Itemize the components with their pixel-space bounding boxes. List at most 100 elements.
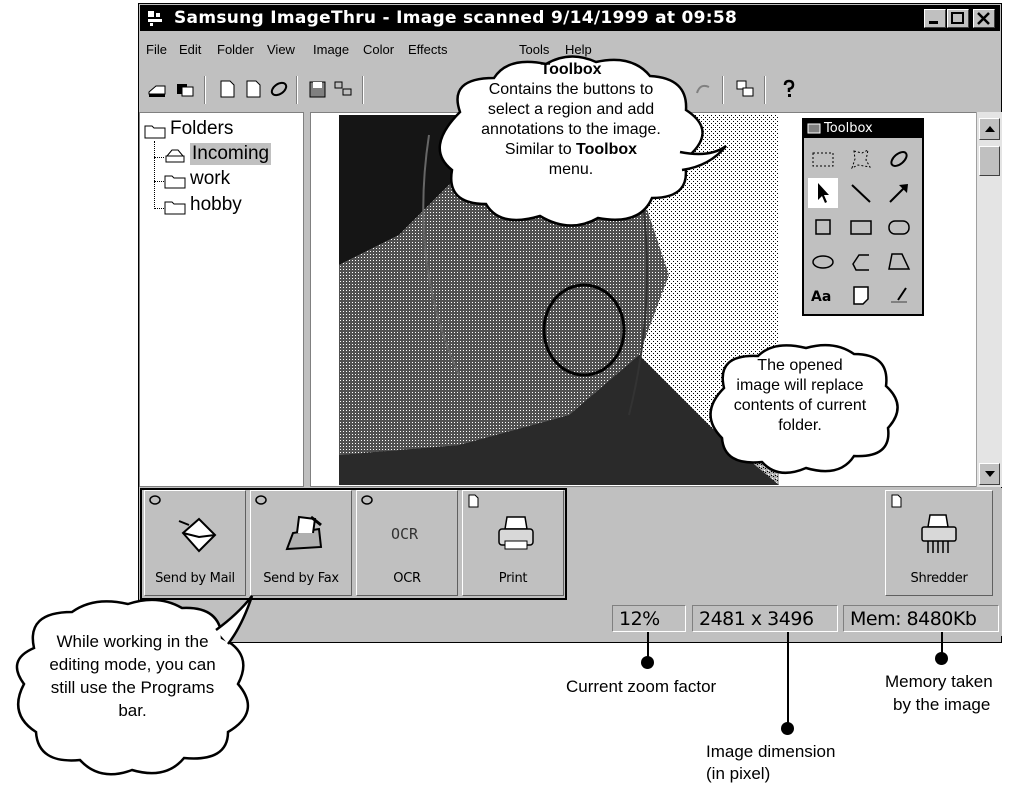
dimension-leader-line xyxy=(787,632,789,728)
callout-line: The opened xyxy=(757,357,843,374)
lasso-select-icon[interactable] xyxy=(846,144,876,174)
callout-text-span: Similar to xyxy=(504,141,577,158)
properties-icon[interactable] xyxy=(734,78,756,100)
menu-folder[interactable]: Folder xyxy=(217,42,254,57)
program-shredder[interactable]: Shredder xyxy=(885,490,993,596)
tree-line xyxy=(154,208,164,209)
callout-line: still use the Programs xyxy=(50,678,215,697)
scroll-up-button[interactable] xyxy=(979,118,1000,140)
folder-root[interactable]: Folders xyxy=(170,118,233,140)
menu-image[interactable]: Image xyxy=(313,42,349,57)
toolbar-separator xyxy=(296,76,298,104)
polygon-icon[interactable] xyxy=(884,246,914,276)
small-page-icon xyxy=(891,494,902,508)
rectangle-icon[interactable] xyxy=(846,212,876,242)
minimize-icon xyxy=(929,21,938,24)
dimension-annotation-line2: (in pixel) xyxy=(706,764,771,783)
toolbox-title: Toolbox xyxy=(824,121,873,136)
menu-view[interactable]: View xyxy=(267,42,295,57)
pointer-icon[interactable] xyxy=(808,178,838,208)
callout-line: folder. xyxy=(778,417,822,434)
close-icon xyxy=(977,12,990,25)
zoom-annotation: Current zoom factor xyxy=(566,677,717,696)
note-icon[interactable] xyxy=(846,280,876,310)
title-bar: Samsung ImageThru - Image scanned 9/14/1… xyxy=(140,5,1000,31)
callout-line: menu. xyxy=(548,161,594,178)
toolbox-title-bar[interactable]: Toolbox xyxy=(804,120,922,138)
arrow-up-icon xyxy=(985,126,995,132)
copy-folder-icon[interactable] xyxy=(174,78,196,100)
folder-callout-text: The opened image will replace contents o… xyxy=(702,356,898,436)
maximize-icon xyxy=(951,12,964,24)
maximize-button[interactable] xyxy=(947,9,969,28)
status-dimension: 2481 x 3496 xyxy=(692,605,838,632)
toolbox-callout-text: Toolbox Contains the buttons to select a… xyxy=(446,60,696,180)
zoom-leader-dot xyxy=(641,656,654,669)
programs-callout-text: While working in the editing mode, you c… xyxy=(20,630,245,722)
window-title: Samsung ImageThru - Image scanned 9/14/1… xyxy=(174,8,738,28)
memory-annotation-line1: Memory taken xyxy=(885,672,993,691)
toolbar-separator xyxy=(204,76,206,104)
new-page-icon[interactable] xyxy=(216,78,238,100)
memory-leader-dot xyxy=(935,652,948,665)
rounded-rect-icon[interactable] xyxy=(884,212,914,242)
toolbox-callout-title: Toolbox xyxy=(540,61,602,78)
polyline-icon[interactable] xyxy=(846,246,876,276)
scroll-down-button[interactable] xyxy=(979,463,1000,485)
program-label: Shredder xyxy=(910,571,968,586)
tree-line xyxy=(154,141,156,209)
status-zoom: 12% xyxy=(612,605,686,632)
arrow-icon[interactable] xyxy=(884,178,914,208)
thumbnail-icon[interactable] xyxy=(332,78,354,100)
vertical-scrollbar[interactable] xyxy=(976,112,1002,487)
callout-line: editing mode, you can xyxy=(49,655,216,674)
callout-line: While working in the xyxy=(56,632,209,651)
tree-line xyxy=(154,157,164,158)
callout-line: contents of current xyxy=(733,397,867,414)
inbox-tray-icon xyxy=(165,149,185,163)
square-icon[interactable] xyxy=(808,212,838,242)
folder-icon xyxy=(144,125,166,139)
text-icon[interactable]: Aa xyxy=(808,280,838,310)
palette-icon xyxy=(807,123,821,134)
folder-icon xyxy=(164,175,186,189)
app-icon xyxy=(148,11,162,26)
line-icon[interactable] xyxy=(846,178,876,208)
folder-item-incoming[interactable]: Incoming xyxy=(190,143,272,165)
folder-item-hobby[interactable]: hobby xyxy=(190,194,242,216)
menu-file[interactable]: File xyxy=(146,42,167,57)
ellipse-icon[interactable] xyxy=(808,246,838,276)
folder-item-work[interactable]: work xyxy=(190,168,230,190)
callout-line: Similar to Toolbox xyxy=(446,140,696,160)
dimension-annotation-line1: Image dimension xyxy=(706,742,836,761)
highlighter-icon[interactable] xyxy=(884,280,914,310)
folder-tree: Folders Incoming work hobby xyxy=(139,112,304,487)
menu-edit[interactable]: Edit xyxy=(179,42,201,57)
programs-highlight-frame xyxy=(140,488,567,600)
toolbox-palette: Toolbox Aa xyxy=(802,118,924,316)
blank-page-icon[interactable] xyxy=(242,78,264,100)
folder-icon xyxy=(164,201,186,215)
toolbar-separator xyxy=(764,76,766,104)
minimize-button[interactable] xyxy=(924,9,946,28)
callout-bold-span: Toolbox xyxy=(576,141,638,158)
callout-line: bar. xyxy=(118,701,147,720)
menu-color[interactable]: Color xyxy=(363,42,394,57)
toolbar-separator xyxy=(362,76,364,104)
shredder-icon xyxy=(921,514,957,553)
save-icon[interactable] xyxy=(306,78,328,100)
attach-icon[interactable] xyxy=(268,78,290,100)
scroll-thumb[interactable] xyxy=(979,146,1000,176)
scan-icon[interactable] xyxy=(146,78,168,100)
callout-line: image will replace xyxy=(736,377,864,394)
rect-select-icon[interactable] xyxy=(808,144,838,174)
help-icon[interactable] xyxy=(778,78,800,100)
callout-line: select a region and add xyxy=(487,101,655,118)
callout-line: annotations to the image. xyxy=(481,121,661,138)
memory-annotation-line2: by the image xyxy=(893,695,991,714)
tree-line xyxy=(154,181,164,182)
callout-line: Contains the buttons to xyxy=(488,81,654,98)
close-button[interactable] xyxy=(973,9,995,28)
arrow-down-icon xyxy=(985,471,995,477)
freehand-select-icon[interactable] xyxy=(884,144,914,174)
